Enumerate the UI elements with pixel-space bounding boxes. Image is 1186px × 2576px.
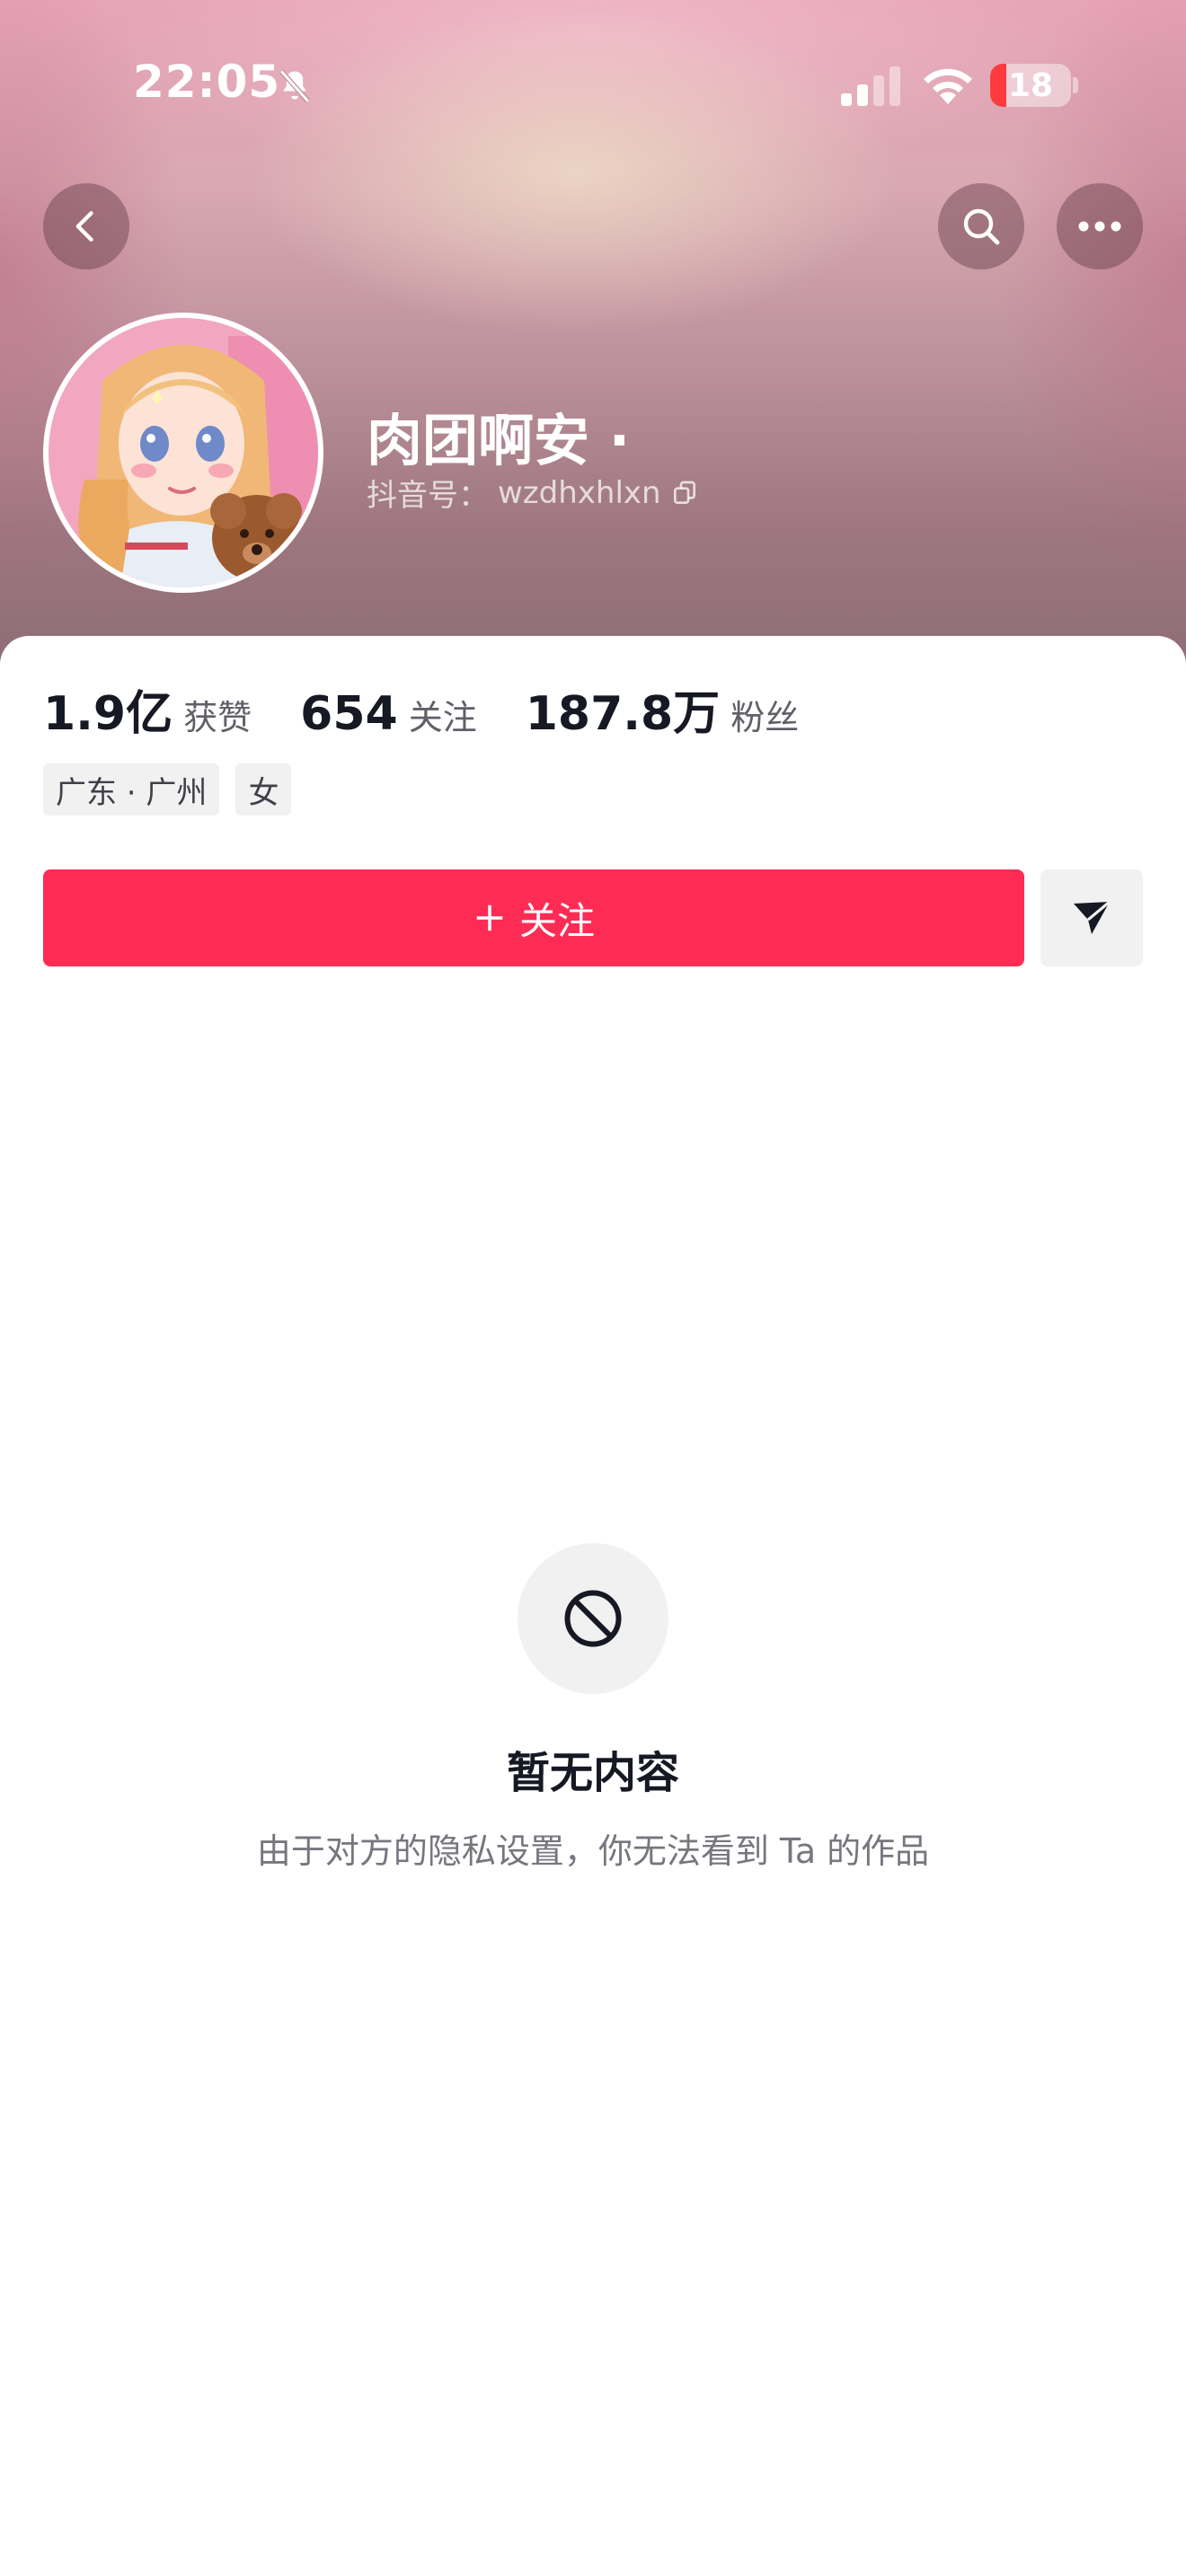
- chevron-left-icon: [75, 211, 93, 242]
- profile-stats: 1.9亿 获赞 654 关注 187.8万 粉丝: [43, 675, 847, 743]
- douyin-id-value: wzdhxhlxn: [498, 474, 661, 511]
- following-count[interactable]: 654: [300, 687, 398, 741]
- follow-button[interactable]: 关注: [43, 869, 1024, 966]
- battery-cap: [1073, 77, 1078, 93]
- search-button[interactable]: [938, 183, 1024, 269]
- battery-icon: 18: [990, 64, 1071, 107]
- followers-label[interactable]: 粉丝: [730, 690, 799, 739]
- gender-tag: 女: [235, 763, 292, 816]
- empty-state-title: 暂无内容: [506, 1748, 679, 1798]
- empty-state-description: 由于对方的隐私设置，你无法看到 Ta 的作品: [256, 1831, 930, 1871]
- plus-icon: [476, 904, 503, 931]
- avatar-image: [49, 318, 318, 587]
- send-icon: [1074, 900, 1111, 934]
- more-button[interactable]: [1057, 183, 1143, 269]
- location-tag: 广东 · 广州: [43, 763, 220, 816]
- empty-state-icon-wrap: [518, 1543, 668, 1694]
- send-message-button[interactable]: [1040, 869, 1143, 966]
- douyin-id-label: 抖音号：: [367, 478, 489, 514]
- profile-name: 肉团啊安 ·: [367, 408, 631, 473]
- bell-muted-icon: [279, 69, 310, 103]
- back-button[interactable]: [43, 183, 129, 269]
- battery-level: 18: [1007, 66, 1054, 104]
- followers-count[interactable]: 187.8万: [526, 675, 720, 743]
- follow-button-label: 关注: [518, 898, 595, 943]
- avatar[interactable]: [43, 313, 323, 593]
- more-dots-icon: [1078, 221, 1121, 232]
- ban-icon: [564, 1590, 622, 1647]
- status-time: 22:05: [133, 56, 281, 108]
- following-label[interactable]: 关注: [409, 690, 477, 739]
- douyin-id[interactable]: 抖音号： wzdhxhlxn: [367, 471, 699, 515]
- status-bar: 22:05 18: [0, 0, 1186, 171]
- likes-label: 获赞: [183, 698, 252, 737]
- wifi-icon: [924, 68, 972, 104]
- profile-tags: 广东 · 广州 女: [43, 763, 292, 816]
- likes-count: 1.9亿: [43, 687, 173, 741]
- search-icon: [963, 208, 1000, 245]
- copy-icon[interactable]: [670, 479, 699, 507]
- cellular-signal-icon: [841, 66, 900, 106]
